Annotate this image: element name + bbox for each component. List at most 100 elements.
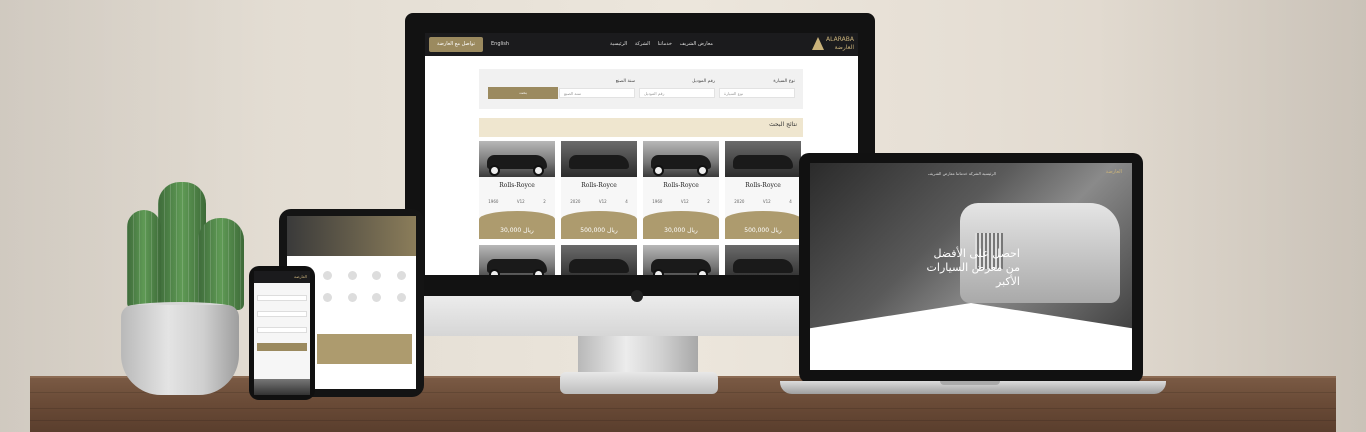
desk-grain	[30, 420, 1336, 421]
site-header: تواصل مع العارضة English معارض الشريف خد…	[425, 33, 858, 56]
field-label: سنة الصنع	[615, 79, 635, 84]
car-price: ريال 30,000	[500, 227, 534, 234]
car-card[interactable]	[561, 245, 637, 275]
menu-item[interactable]: الرئيسية	[610, 41, 627, 47]
car-card[interactable]	[643, 245, 719, 275]
phone-screen: العارضة	[254, 271, 310, 395]
main-menu: معارض الشريف خدماتنا الشركة الرئيسية	[610, 41, 719, 47]
price-tag: ريال 30,000	[643, 211, 719, 239]
hero-heading: احصل على الأفضل من معرض السيارات الأكبر	[920, 247, 1020, 289]
field-label: نوع السيارة	[773, 79, 795, 84]
laptop-header: الرئيسية الشركة خدماتنا معارض الشريف الع…	[810, 163, 1132, 185]
phone-brand: العارضة	[294, 274, 307, 279]
car-image	[725, 141, 801, 177]
laptop-notch	[940, 381, 1000, 385]
tablet-hero	[287, 216, 416, 256]
contact-button[interactable]: تواصل مع العارضة	[429, 37, 483, 52]
car-name: Rolls-Royce	[745, 182, 781, 189]
car-card[interactable]: Rolls-Royce 2020 V12 4 ريال 500,000	[561, 141, 637, 239]
year-input[interactable]: سنة الصنع	[559, 88, 635, 98]
spec: V12	[516, 199, 525, 204]
spec: 4	[789, 199, 792, 204]
cactus-stem	[127, 210, 161, 308]
car-price: ريال 500,000	[744, 227, 782, 234]
model-input[interactable]: رقم الموديل	[639, 88, 715, 98]
brand-icon	[322, 270, 332, 280]
car-specs: 1960 V12 2	[479, 199, 555, 204]
spec: 4	[625, 199, 628, 204]
phone-header: العارضة	[254, 271, 310, 283]
results-header: نتائج البحث	[479, 118, 803, 137]
price-tag: ريال 30,000	[479, 211, 555, 239]
brand-icon	[347, 270, 357, 280]
brand-icon	[372, 292, 382, 302]
car-specs: 2020 V12 4	[561, 199, 637, 204]
car-specs: 1960 V12 2	[643, 199, 719, 204]
monitor-base	[560, 372, 718, 394]
laptop-brand[interactable]: العارضة	[1106, 169, 1122, 175]
tablet-cards	[317, 334, 412, 364]
laptop-screen: الرئيسية الشركة خدماتنا معارض الشريف الع…	[810, 163, 1132, 370]
car-image	[561, 245, 637, 275]
brand-icon	[322, 292, 332, 302]
menu-item[interactable]: الشركة	[635, 41, 650, 47]
car-name: Rolls-Royce	[499, 182, 535, 189]
spec: 1960	[488, 199, 499, 204]
brand-icon	[372, 270, 382, 280]
phone-car-image	[254, 379, 310, 395]
brand-icon	[397, 270, 407, 280]
car-price: ريال 500,000	[580, 227, 618, 234]
desktop-screen: تواصل مع العارضة English معارض الشريف خد…	[425, 33, 858, 275]
brand-logo[interactable]: ALARABA العارضة	[812, 36, 854, 52]
phone-search-button[interactable]	[257, 343, 307, 351]
language-toggle[interactable]: English	[491, 41, 509, 47]
laptop-menu[interactable]: الرئيسية الشركة خدماتنا معارض الشريف	[928, 171, 996, 176]
spec: 2	[707, 199, 710, 204]
car-image	[725, 245, 801, 275]
spec: 2020	[570, 199, 581, 204]
logo-icon	[812, 37, 825, 50]
car-type-input[interactable]: نوع السيارة	[719, 88, 795, 98]
results-title: نتائج البحث	[769, 121, 797, 128]
spec: 2	[543, 199, 546, 204]
spec: V12	[762, 199, 771, 204]
hero-line: احصل على الأفضل	[933, 247, 1020, 260]
camera-dot	[631, 290, 643, 302]
car-price: ريال 30,000	[664, 227, 698, 234]
price-tag: ريال 500,000	[725, 211, 801, 239]
spec: 2020	[734, 199, 745, 204]
car-card[interactable]	[479, 245, 555, 275]
field-label: رقم الموديل	[692, 79, 715, 84]
brand-icon	[397, 292, 407, 302]
car-image	[643, 141, 719, 177]
brand-icon	[347, 292, 357, 302]
car-specs: 2020 V12 4	[725, 199, 801, 204]
spec: 1960	[652, 199, 663, 204]
menu-item[interactable]: معارض الشريف	[680, 41, 713, 47]
cactus-stem	[198, 218, 244, 310]
phone-field[interactable]	[257, 295, 307, 301]
car-card[interactable]: Rolls-Royce 1960 V12 2 ريال 30,000	[479, 141, 555, 239]
car-card[interactable]	[725, 245, 801, 275]
brand-arabic: العارضة	[834, 44, 854, 51]
search-panel: نوع السيارة نوع السيارة رقم الموديل رقم …	[479, 69, 803, 109]
car-name: Rolls-Royce	[581, 182, 617, 189]
car-name: Rolls-Royce	[663, 182, 699, 189]
car-image	[479, 141, 555, 177]
phone-field[interactable]	[257, 327, 307, 333]
hero-line: من معرض السيارات الأكبر	[926, 261, 1020, 288]
car-card[interactable]: Rolls-Royce 1960 V12 2 ريال 30,000	[643, 141, 719, 239]
car-image	[561, 141, 637, 177]
car-image	[643, 245, 719, 275]
plant-pot	[121, 305, 239, 395]
spec: V12	[680, 199, 689, 204]
price-tag: ريال 500,000	[561, 211, 637, 239]
search-button[interactable]: بحث	[488, 87, 558, 99]
spec: V12	[598, 199, 607, 204]
menu-item[interactable]: خدماتنا	[658, 41, 672, 47]
car-card[interactable]: Rolls-Royce 2020 V12 4 ريال 500,000	[725, 141, 801, 239]
desk-grain	[30, 408, 1336, 409]
phone-field[interactable]	[257, 311, 307, 317]
brand-logos	[317, 266, 412, 306]
monitor-stand	[578, 336, 698, 374]
